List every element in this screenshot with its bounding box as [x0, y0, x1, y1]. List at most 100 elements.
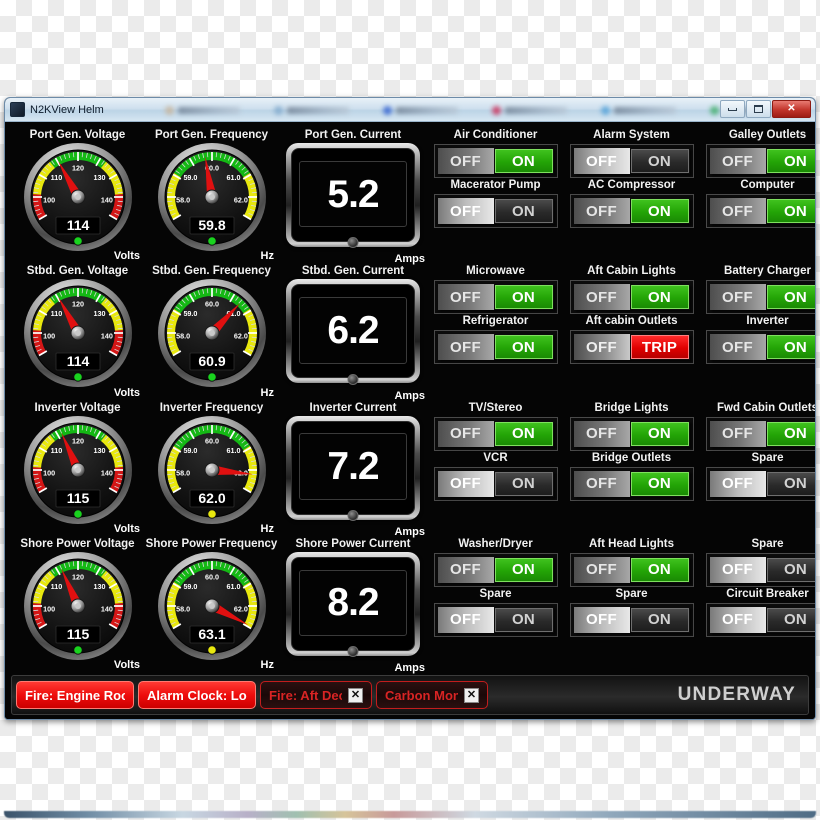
toggle-switch[interactable]: OFF ON — [569, 416, 694, 451]
alarm-chip[interactable]: Carbon Monoxide ✕ — [376, 681, 488, 709]
toggle-off-segment[interactable]: OFF — [709, 198, 766, 225]
toggle-switch[interactable]: OFF ON — [569, 602, 694, 637]
toggle-off-segment[interactable]: OFF — [437, 198, 494, 225]
toggle-switch[interactable]: OFF ON — [433, 330, 558, 365]
toggle-switch[interactable]: OFF ON — [433, 552, 558, 587]
toggle-on-segment[interactable]: ON — [630, 285, 689, 310]
digital-knob-button[interactable] — [347, 509, 359, 521]
toggle-switch[interactable]: OFF ON — [705, 330, 815, 365]
toggle-off-segment[interactable]: OFF — [573, 148, 630, 175]
toggle-switch-body[interactable]: OFF ON — [573, 284, 690, 311]
toggle-switch-body[interactable]: OFF ON — [709, 470, 815, 497]
digital-knob-button[interactable] — [347, 237, 359, 249]
toggle-off-segment[interactable]: OFF — [573, 284, 630, 311]
toggle-switch[interactable]: OFF ON — [433, 602, 558, 637]
toggle-switch-body[interactable]: OFF ON — [709, 334, 815, 361]
toggle-switch-body[interactable]: OFF ON — [709, 148, 815, 175]
toggle-off-segment[interactable]: OFF — [709, 420, 766, 447]
toggle-on-segment[interactable]: ON — [630, 607, 689, 632]
toggle-switch-body[interactable]: OFF ON — [709, 556, 815, 583]
toggle-switch[interactable]: OFF ON — [569, 280, 694, 315]
toggle-off-segment[interactable]: OFF — [437, 606, 494, 633]
toggle-trip-segment[interactable]: TRIP — [630, 335, 689, 360]
toggle-switch-body[interactable]: OFF ON — [573, 556, 690, 583]
toggle-switch[interactable]: OFF ON — [433, 194, 558, 229]
toggle-on-segment[interactable]: ON — [494, 149, 553, 174]
title-bar[interactable]: N2KView Helm ✕ — [5, 98, 815, 122]
toggle-switch[interactable]: OFF ON — [705, 602, 815, 637]
toggle-switch[interactable]: OFF ON — [433, 416, 558, 451]
toggle-on-segment[interactable]: ON — [630, 199, 689, 224]
toggle-off-segment[interactable]: OFF — [573, 556, 630, 583]
toggle-switch-body[interactable]: OFF ON — [437, 334, 554, 361]
toggle-switch[interactable]: OFF ON — [433, 280, 558, 315]
toggle-switch[interactable]: OFF ON — [569, 466, 694, 501]
window-controls[interactable]: ✕ — [720, 100, 811, 118]
digital-knob-button[interactable] — [347, 373, 359, 385]
toggle-off-segment[interactable]: OFF — [573, 334, 630, 361]
toggle-on-segment[interactable]: ON — [766, 335, 815, 360]
toggle-off-segment[interactable]: OFF — [573, 606, 630, 633]
toggle-switch[interactable]: OFF ON — [705, 416, 815, 451]
toggle-off-segment[interactable]: OFF — [437, 284, 494, 311]
toggle-switch-body[interactable]: OFF ON — [709, 420, 815, 447]
toggle-off-segment[interactable]: OFF — [573, 420, 630, 447]
toggle-switch-body[interactable]: OFF ON — [709, 284, 815, 311]
toggle-off-segment[interactable]: OFF — [573, 470, 630, 497]
toggle-switch-body[interactable]: OFF TRIP — [573, 334, 690, 361]
maximize-button[interactable] — [746, 100, 771, 118]
toggle-on-segment[interactable]: ON — [766, 149, 815, 174]
toggle-switch-body[interactable]: OFF ON — [437, 148, 554, 175]
alarm-chip[interactable]: Fire: Aft Deck ✕ — [260, 681, 372, 709]
toggle-off-segment[interactable]: OFF — [437, 148, 494, 175]
toggle-on-segment[interactable]: ON — [630, 471, 689, 496]
toggle-on-segment[interactable]: ON — [630, 149, 689, 174]
toggle-on-segment[interactable]: ON — [766, 607, 815, 632]
toggle-switch-body[interactable]: OFF ON — [573, 470, 690, 497]
toggle-off-segment[interactable]: OFF — [709, 334, 766, 361]
toggle-on-segment[interactable]: ON — [494, 421, 553, 446]
toggle-off-segment[interactable]: OFF — [709, 284, 766, 311]
toggle-switch[interactable]: OFF ON — [569, 144, 694, 179]
toggle-off-segment[interactable]: OFF — [437, 556, 494, 583]
alarm-chip[interactable]: Alarm Clock: Local — [138, 681, 256, 709]
toggle-off-segment[interactable]: OFF — [709, 148, 766, 175]
toggle-off-segment[interactable]: OFF — [709, 556, 766, 583]
close-button[interactable]: ✕ — [772, 100, 811, 118]
toggle-on-segment[interactable]: ON — [494, 285, 553, 310]
toggle-switch[interactable]: OFF ON — [433, 466, 558, 501]
toggle-switch[interactable]: OFF ON — [569, 194, 694, 229]
toggle-switch[interactable]: OFF ON — [705, 552, 815, 587]
toggle-on-segment[interactable]: ON — [766, 557, 815, 582]
toggle-switch-body[interactable]: OFF ON — [573, 420, 690, 447]
toggle-switch[interactable]: OFF ON — [705, 194, 815, 229]
toggle-off-segment[interactable]: OFF — [573, 198, 630, 225]
toggle-on-segment[interactable]: ON — [494, 335, 553, 360]
toggle-switch-body[interactable]: OFF ON — [709, 606, 815, 633]
toggle-switch[interactable]: OFF ON — [705, 144, 815, 179]
toggle-off-segment[interactable]: OFF — [709, 470, 766, 497]
toggle-on-segment[interactable]: ON — [494, 607, 553, 632]
toggle-switch-body[interactable]: OFF ON — [573, 148, 690, 175]
toggle-off-segment[interactable]: OFF — [437, 334, 494, 361]
alarm-dismiss-icon[interactable]: ✕ — [464, 687, 479, 703]
toggle-switch-body[interactable]: OFF ON — [437, 556, 554, 583]
toggle-switch[interactable]: OFF ON — [705, 466, 815, 501]
toggle-switch-body[interactable]: OFF ON — [437, 198, 554, 225]
toggle-switch[interactable]: OFF TRIP — [569, 330, 694, 365]
toggle-off-segment[interactable]: OFF — [437, 470, 494, 497]
toggle-on-segment[interactable]: ON — [766, 199, 815, 224]
toggle-switch-body[interactable]: OFF ON — [437, 284, 554, 311]
toggle-on-segment[interactable]: ON — [494, 557, 553, 582]
toggle-switch-body[interactable]: OFF ON — [573, 606, 690, 633]
alarm-chip[interactable]: Fire: Engine Room — [16, 681, 134, 709]
digital-knob-button[interactable] — [347, 646, 359, 657]
toggle-on-segment[interactable]: ON — [766, 471, 815, 496]
toggle-on-segment[interactable]: ON — [766, 421, 815, 446]
toggle-switch-body[interactable]: OFF ON — [437, 606, 554, 633]
toggle-switch-body[interactable]: OFF ON — [709, 198, 815, 225]
toggle-switch-body[interactable]: OFF ON — [437, 420, 554, 447]
toggle-on-segment[interactable]: ON — [630, 557, 689, 582]
toggle-switch[interactable]: OFF ON — [569, 552, 694, 587]
toggle-on-segment[interactable]: ON — [630, 421, 689, 446]
